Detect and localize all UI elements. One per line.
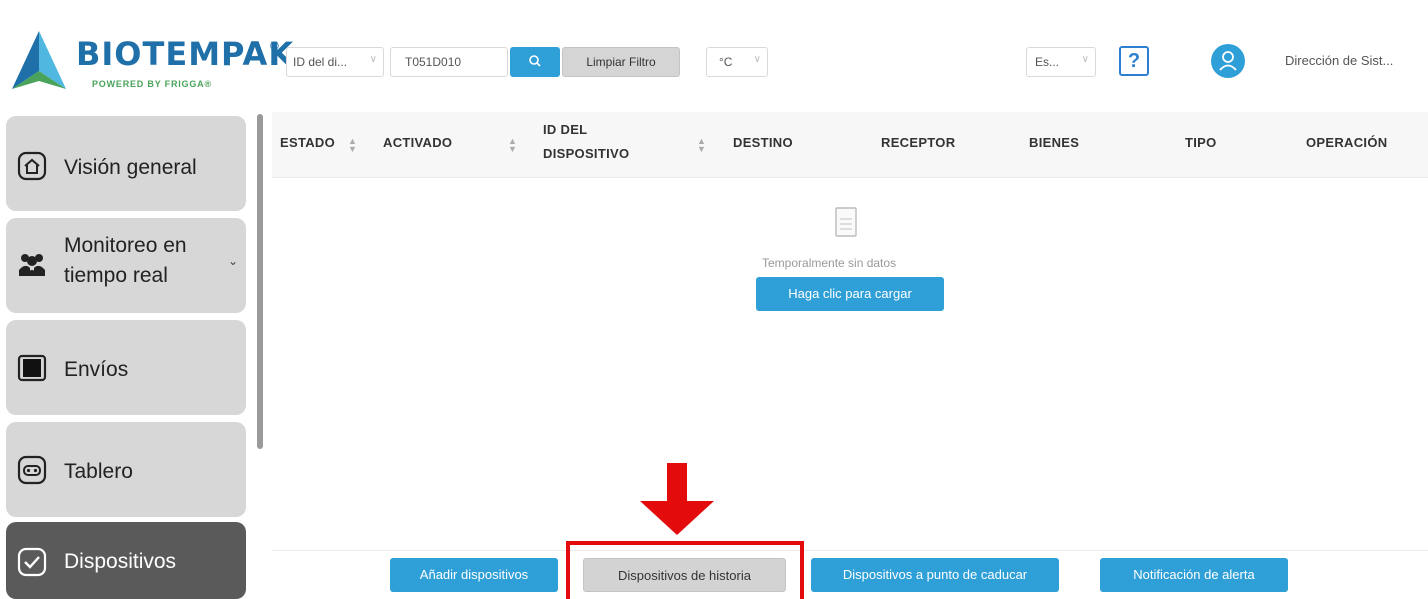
empty-state-text: Temporalmente sin datos [762, 256, 897, 270]
devices-table: ESTADO ▲ ▼ ACTIVADO ▲ ▼ ID DEL DISPOSITIVO… [272, 112, 1428, 562]
column-header-activado[interactable]: ACTIVADO [383, 135, 452, 150]
brand-registered: ® [270, 39, 279, 53]
sidebar-item-label: Monitoreo en [64, 234, 187, 257]
sidebar-item-label-line2: tiempo real [64, 264, 168, 287]
column-header-bienes: BIENES [1029, 135, 1080, 150]
clear-filter-button[interactable]: Limpiar Filtro [562, 47, 680, 77]
user-department[interactable]: Dirección de Sist... [1285, 53, 1393, 68]
filter-field-value: ID del di... [293, 55, 348, 69]
search-button[interactable] [510, 47, 560, 77]
history-devices-button[interactable]: Dispositivos de historia [583, 558, 786, 592]
sort-icon[interactable]: ▲ ▼ [508, 137, 517, 154]
column-header-device-id-line2: DISPOSITIVO [543, 146, 630, 161]
column-header-receptor: RECEPTOR [881, 135, 956, 150]
add-devices-button[interactable]: Añadir dispositivos [390, 558, 558, 592]
table-header: ESTADO ▲ ▼ ACTIVADO ▲ ▼ ID DEL DISPOSITIVO… [272, 112, 1428, 178]
chevron-down-icon: ⌄ [227, 254, 238, 268]
sort-icon[interactable]: ▲ ▼ [697, 137, 706, 154]
sort-icon[interactable]: ▲ ▼ [348, 137, 357, 154]
sidebar-item-devices[interactable]: Dispositivos [6, 522, 246, 599]
filter-field-select[interactable]: ID del di... ∨ [286, 47, 384, 77]
sidebar-item-label: Visión general [64, 156, 197, 179]
load-data-button[interactable]: Haga clic para cargar [756, 277, 944, 311]
brand-name: BIOTEMPAK [76, 35, 295, 73]
user-icon [1219, 51, 1237, 71]
sidebar-item-realtime-monitoring[interactable]: Monitoreo en tiempo real ⌄ [6, 218, 246, 313]
unit-select[interactable]: °C ∨ [706, 47, 768, 77]
unit-value: °C [719, 55, 733, 69]
device-id-input[interactable]: T051D010 [390, 47, 508, 77]
brand-logo[interactable]: BIOTEMPAK ® POWERED BY FRIGGA® [6, 27, 293, 97]
top-bar: BIOTEMPAK ® POWERED BY FRIGGA® ID del di… [0, 0, 1428, 108]
arrow-down-icon [640, 463, 714, 535]
column-header-device-id[interactable]: ID DEL [543, 122, 587, 137]
column-header-destino: DESTINO [733, 135, 793, 150]
sidebar-item-dashboard[interactable]: Tablero [6, 422, 246, 517]
divider [272, 550, 1428, 551]
people-icon [19, 254, 45, 276]
column-header-operacion: OPERACIÓN [1306, 135, 1388, 150]
box-icon [17, 354, 47, 382]
chevron-down-icon: ∨ [753, 54, 761, 65]
expiring-devices-button[interactable]: Dispositivos a punto de caducar [811, 558, 1059, 592]
column-header-tipo: TIPO [1185, 135, 1217, 150]
language-value: Es... [1035, 55, 1060, 69]
empty-document-icon [835, 207, 857, 237]
help-icon[interactable]: ? [1119, 46, 1149, 76]
alert-notification-button[interactable]: Notificación de alerta [1100, 558, 1288, 592]
brand-tagline: POWERED BY FRIGGA® [92, 79, 212, 89]
search-icon [529, 55, 541, 67]
home-icon [17, 151, 47, 181]
sidebar-item-shipments[interactable]: Envíos [6, 320, 246, 415]
check-icon [17, 547, 47, 577]
avatar[interactable] [1211, 44, 1245, 78]
sidebar-item-label: Envíos [64, 358, 129, 381]
sidebar: Visión general Monitoreo en tiempo real … [0, 112, 272, 599]
app-window: BIOTEMPAK ® POWERED BY FRIGGA® ID del di… [0, 0, 1428, 599]
dashboard-icon [17, 455, 47, 485]
sidebar-item-overview[interactable]: Visión general [6, 116, 246, 211]
chevron-down-icon: ∨ [1081, 54, 1089, 65]
sidebar-scrollbar[interactable] [257, 114, 263, 449]
logo-mark-icon [12, 31, 66, 89]
sidebar-item-label: Dispositivos [64, 550, 177, 573]
device-id-value: T051D010 [405, 55, 462, 69]
language-select[interactable]: Es... ∨ [1026, 47, 1096, 77]
sidebar-item-label: Tablero [64, 460, 133, 483]
column-header-estado[interactable]: ESTADO [280, 135, 335, 150]
chevron-down-icon: ∨ [369, 54, 377, 65]
